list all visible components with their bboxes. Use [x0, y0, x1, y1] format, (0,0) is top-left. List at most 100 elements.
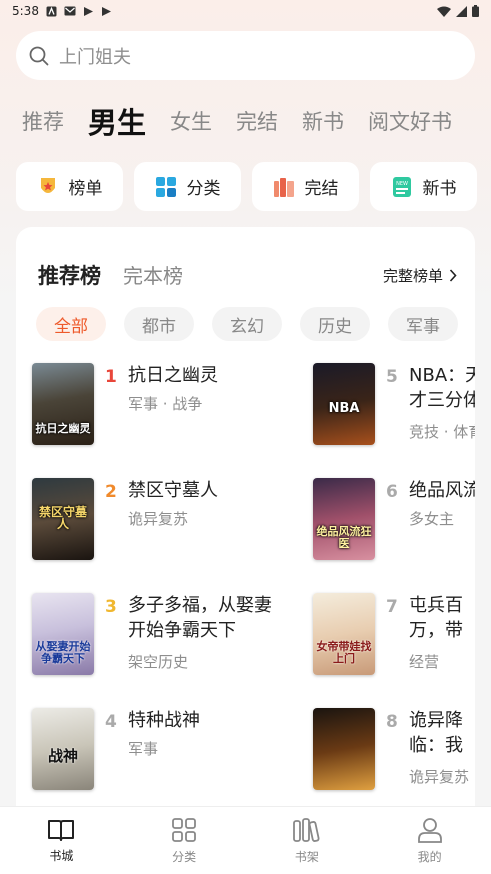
- chip-urban[interactable]: 都市: [124, 307, 194, 341]
- tab-female[interactable]: 女生: [170, 106, 212, 136]
- book-cover: 女帝带娃找上门: [313, 593, 375, 675]
- category-button[interactable]: 分类: [134, 162, 241, 211]
- nav-bookstore[interactable]: 书城: [0, 807, 123, 874]
- book-cover: 绝品风流狂医: [313, 478, 375, 560]
- play-store-icon: [83, 6, 93, 16]
- nav-label: 书架: [294, 849, 319, 864]
- book-title: 抗日之幽灵: [128, 365, 218, 386]
- book-meta: 架空历史: [128, 653, 189, 671]
- ranking-tabs: 推荐榜 完本榜: [38, 260, 183, 290]
- status-bar: 5:38: [0, 0, 491, 22]
- status-time: 5:38: [12, 4, 39, 18]
- tab-recommend-rank[interactable]: 推荐榜: [38, 260, 101, 290]
- tab-completed-rank[interactable]: 完本榜: [123, 260, 183, 289]
- grid-icon: [172, 817, 197, 842]
- book-title: 屯兵百万，带娃找上门: [409, 595, 463, 641]
- book-item[interactable]: 女帝带娃找上门 7 屯兵百万，带娃找上门 经营: [313, 593, 475, 677]
- ranking-button[interactable]: 榜单: [16, 162, 123, 211]
- grid-icon: [155, 176, 176, 197]
- book-meta: 竞技 · 体育: [409, 423, 475, 441]
- signal-icon: [456, 5, 467, 17]
- channel-tabs: 推荐 男生 女生 完结 新书 阅文好书: [22, 96, 452, 146]
- book-cover: 抗日之幽灵: [32, 363, 94, 445]
- genre-chips: 全部 都市 玄幻 历史 军事: [36, 307, 458, 341]
- new-book-button[interactable]: NEW 新书: [370, 162, 477, 211]
- rank-number: 4: [105, 712, 117, 732]
- book-item[interactable]: 禁区守墓人 2 禁区守墓人 诡异复苏: [32, 478, 292, 562]
- book-item[interactable]: 抗日之幽灵 1 抗日之幽灵 军事 · 战争: [32, 363, 292, 447]
- book-item[interactable]: 战神 4 特种战神 军事: [32, 708, 292, 792]
- cover-title: 战神: [47, 747, 78, 765]
- search-bar[interactable]: 上门姐夫: [16, 31, 475, 80]
- chevron-right-icon: [449, 269, 457, 282]
- book-meta: 诡异复苏: [128, 510, 189, 528]
- book-meta: 经营: [409, 653, 440, 671]
- tab-recommend[interactable]: 推荐: [22, 106, 64, 136]
- quick-links: 榜单 分类 完结 NEW 新书: [16, 162, 477, 211]
- rank-number: 1: [105, 367, 117, 387]
- book-title: 特种战神: [128, 710, 200, 731]
- nav-profile[interactable]: 我的: [368, 807, 491, 874]
- book-title: NBA：天才三分体系: [409, 365, 475, 411]
- book-cover: 从娶妻开始争霸天下: [32, 593, 94, 675]
- cover-title: 抗日之幽灵: [35, 422, 91, 435]
- chip-history[interactable]: 历史: [300, 307, 370, 341]
- full-rank-label: 完整榜单: [382, 267, 443, 285]
- book-cover: [313, 708, 375, 790]
- svg-text:NEW: NEW: [396, 181, 408, 187]
- book-open-icon: [48, 819, 75, 841]
- nav-label: 书城: [49, 848, 74, 863]
- new-book-label: 新书: [422, 179, 457, 199]
- book-meta: 军事: [128, 740, 159, 758]
- cover-title: 女帝带娃找上门: [316, 640, 372, 665]
- nav-label: 我的: [417, 849, 442, 864]
- bottom-nav: 书城 分类 书架 我的: [0, 806, 491, 874]
- book-item[interactable]: NBA 5 NBA：天才三分体系 竞技 · 体育: [313, 363, 475, 447]
- book-item[interactable]: 8 诡异降临：我是十殿阎王 诡异复苏: [313, 708, 475, 792]
- mail-icon: [64, 6, 76, 16]
- chip-military[interactable]: 军事: [388, 307, 458, 341]
- books-icon: [273, 177, 294, 197]
- book-meta: 诡异复苏: [409, 768, 470, 786]
- rank-number: 7: [386, 597, 398, 617]
- book-title: 多子多福，从娶妻开始争霸天下: [128, 595, 272, 641]
- rank-number: 5: [386, 367, 398, 387]
- search-placeholder: 上门姐夫: [59, 46, 131, 68]
- book-meta: 多女主: [409, 510, 455, 528]
- cover-title: 绝品风流狂医: [316, 525, 372, 550]
- category-label: 分类: [186, 179, 221, 199]
- tab-completed[interactable]: 完结: [236, 106, 278, 136]
- book-meta: 军事 · 战争: [128, 395, 203, 413]
- battery-icon: [472, 5, 479, 17]
- cover-title: NBA: [328, 401, 360, 416]
- chip-all[interactable]: 全部: [36, 307, 106, 341]
- chip-fantasy[interactable]: 玄幻: [212, 307, 282, 341]
- book-item[interactable]: 从娶妻开始争霸天下 3 多子多福，从娶妻开始争霸天下 架空历史: [32, 593, 292, 677]
- nav-bookshelf[interactable]: 书架: [246, 807, 369, 874]
- tab-new-books[interactable]: 新书: [302, 106, 344, 136]
- new-book-icon: NEW: [392, 176, 411, 197]
- book-item[interactable]: 绝品风流狂医 6 绝品风流狂医 多女主: [313, 478, 475, 562]
- tab-male[interactable]: 男生: [88, 100, 146, 142]
- notification-a-icon: [46, 6, 57, 16]
- full-rank-link[interactable]: 完整榜单: [383, 265, 457, 286]
- nav-category[interactable]: 分类: [123, 807, 246, 874]
- cover-title: 禁区守墓人: [38, 505, 87, 531]
- wifi-icon: [437, 6, 451, 17]
- book-cover: 战神: [32, 708, 94, 790]
- book-cover: NBA: [313, 363, 375, 445]
- book-title: 诡异降临：我是十殿阎王: [409, 710, 463, 756]
- cover-title: 从娶妻开始争霸天下: [35, 640, 91, 665]
- ranking-card: 推荐榜 完本榜 完整榜单 全部 都市 玄幻 历史 军事 抗日之幽灵 1 抗日之幽…: [16, 227, 475, 827]
- book-title: 绝品风流狂医: [409, 480, 475, 501]
- play-store-icon: [101, 6, 111, 16]
- nav-label: 分类: [172, 849, 197, 864]
- tab-yuewen-good-books[interactable]: 阅文好书: [368, 106, 452, 136]
- completed-button[interactable]: 完结: [252, 162, 359, 211]
- book-cover: 禁区守墓人: [32, 478, 94, 560]
- bookshelf-icon: [292, 817, 320, 842]
- medal-icon: [40, 177, 55, 193]
- rank-number: 6: [386, 482, 398, 502]
- rank-number: 2: [105, 482, 117, 502]
- rank-number: 8: [386, 712, 398, 732]
